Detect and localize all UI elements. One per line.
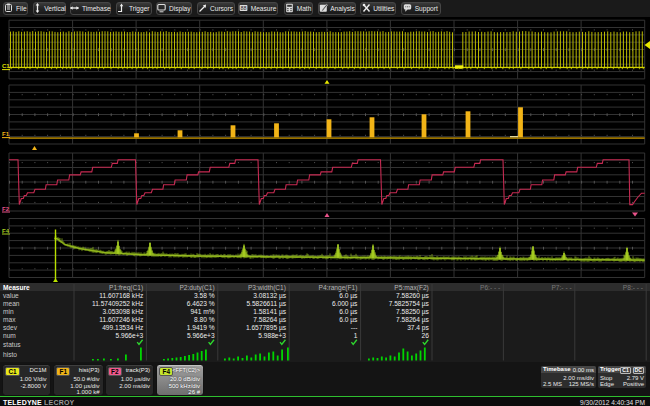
svg-text:F2: F2 [2,206,10,212]
svg-text:F4: F4 [2,228,10,234]
svg-text:F1: F1 [2,131,10,137]
svg-text:C1: C1 [2,63,10,69]
